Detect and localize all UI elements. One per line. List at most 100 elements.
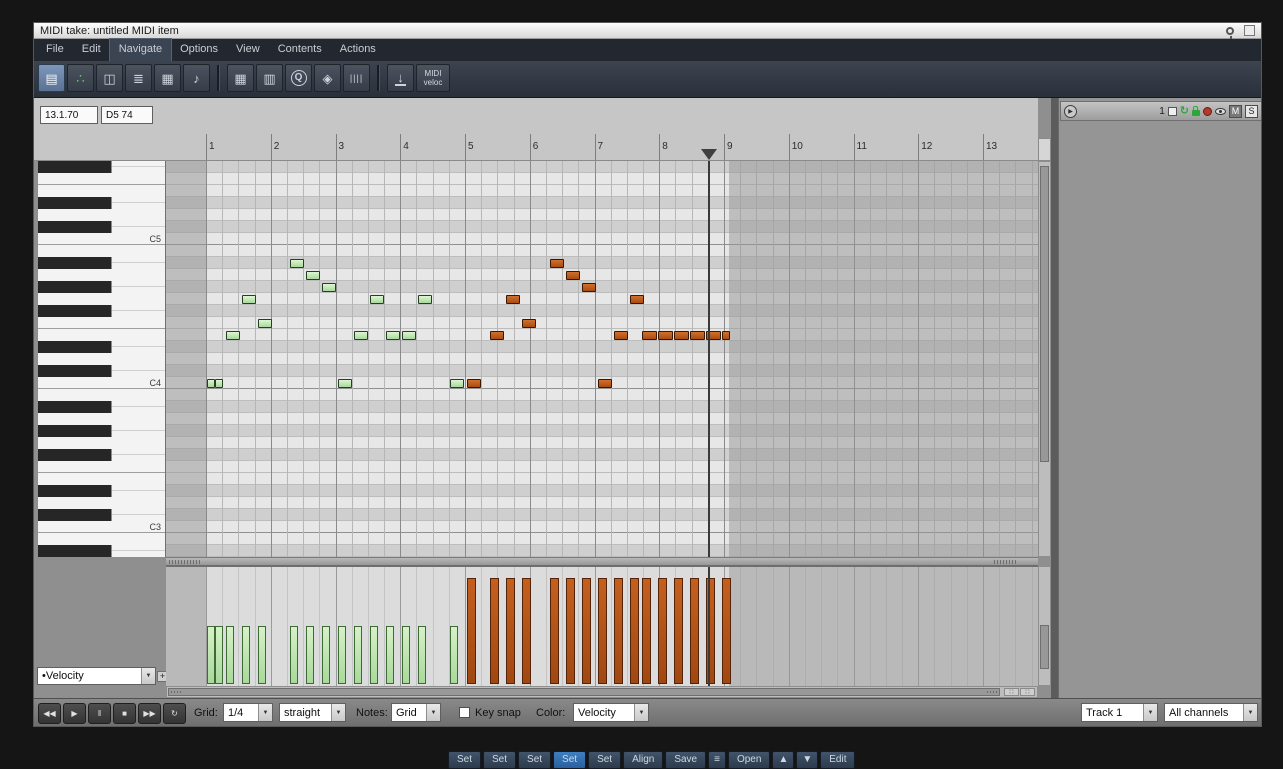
piano-key-fs5[interactable] — [38, 161, 165, 173]
lane-splitter[interactable] — [166, 557, 1038, 566]
repeat-button[interactable]: ↻ — [163, 703, 186, 724]
velocity-bar[interactable] — [290, 626, 298, 684]
key-snap-checkbox[interactable] — [459, 707, 470, 718]
velocity-bar[interactable] — [386, 626, 394, 684]
note-length-selector[interactable]: Grid ▼ — [391, 703, 441, 722]
midi-note[interactable] — [490, 331, 504, 340]
menu-item-view[interactable]: View — [227, 39, 269, 61]
channel-selector[interactable]: All channels ▼ — [1164, 703, 1258, 722]
velocity-bar[interactable] — [354, 626, 362, 684]
midi-note[interactable] — [614, 331, 628, 340]
midi-note[interactable] — [207, 379, 215, 388]
toolbar-step-input-button[interactable]: ↓ — [387, 64, 414, 92]
velocity-scrollbar-thumb[interactable] — [1040, 625, 1049, 669]
piano-key-d4[interactable] — [38, 353, 165, 365]
toolbar-velocity-handles-view-button[interactable]: ◫ — [96, 64, 123, 92]
midi-note[interactable] — [630, 295, 644, 304]
velocity-bar[interactable] — [722, 578, 731, 684]
record-arm-icon[interactable] — [1203, 106, 1212, 116]
midi-note[interactable] — [522, 319, 536, 328]
midi-note[interactable] — [306, 271, 320, 280]
toolbar-grid-toggle-button[interactable]: ▦ — [227, 64, 254, 92]
midi-note[interactable] — [722, 331, 730, 340]
menu-item-file[interactable]: File — [37, 39, 73, 61]
menu-item-actions[interactable]: Actions — [331, 39, 385, 61]
velocity-bar[interactable] — [338, 626, 346, 684]
eye-icon[interactable] — [1215, 107, 1226, 115]
go-to-end-button[interactable]: ▶▶ — [138, 703, 161, 724]
list-icon-button[interactable]: ≡ — [708, 751, 726, 769]
velocity-bar[interactable] — [522, 578, 531, 684]
midi-note[interactable] — [322, 283, 336, 292]
midi-note[interactable] — [226, 331, 240, 340]
note-grid[interactable] — [166, 161, 1038, 557]
piano-key-a4[interactable] — [38, 269, 165, 281]
horizontal-scrollbar-thumb[interactable] — [168, 688, 1000, 696]
playhead-marker[interactable] — [701, 149, 717, 160]
stop-button[interactable]: ■ — [113, 703, 136, 724]
midi-note[interactable] — [467, 379, 481, 388]
piano-key-d3[interactable] — [38, 497, 165, 509]
midi-note[interactable] — [658, 331, 673, 340]
align-button[interactable]: Align — [623, 751, 664, 769]
piano-key-e4[interactable] — [38, 329, 165, 341]
set-button-4[interactable]: Set — [553, 751, 587, 769]
velocity-bar[interactable] — [226, 626, 234, 684]
set-button-2[interactable]: Set — [483, 751, 517, 769]
piano-key-e3[interactable] — [38, 473, 165, 485]
velocity-bar[interactable] — [306, 626, 314, 684]
velocity-bar[interactable] — [242, 626, 250, 684]
horizontal-scrollbar[interactable]: ∷ ∷ — [166, 686, 1038, 698]
grid-size-selector[interactable]: 1/4 ▼ — [223, 703, 273, 722]
piano-key-as4[interactable] — [38, 257, 165, 269]
piano-key-f4[interactable] — [38, 317, 165, 329]
midi-note[interactable] — [338, 379, 352, 388]
velocity-bar[interactable] — [370, 626, 378, 684]
velocity-bar[interactable] — [658, 578, 667, 684]
velocity-bar[interactable] — [215, 626, 223, 684]
velocity-bar[interactable] — [506, 578, 515, 684]
swing-selector[interactable]: straight ▼ — [279, 703, 346, 722]
grid-playhead-line[interactable] — [708, 161, 710, 557]
mute-button[interactable]: M — [1229, 104, 1242, 118]
pause-button[interactable]: ‖ — [88, 703, 111, 724]
velocity-bar[interactable] — [467, 578, 476, 684]
track-checkbox[interactable] — [1167, 106, 1177, 116]
piano-key-gs3[interactable] — [38, 425, 165, 437]
midi-note[interactable] — [450, 379, 464, 388]
velocity-bar[interactable] — [490, 578, 499, 684]
color-mode-selector[interactable]: Velocity ▼ — [573, 703, 649, 722]
toolbar-event-list-view-button[interactable]: ≣ — [125, 64, 152, 92]
menu-item-navigate[interactable]: Navigate — [108, 38, 173, 62]
title-bar[interactable]: MIDI take: untitled MIDI item — [34, 23, 1261, 40]
midi-note[interactable] — [566, 271, 580, 280]
velocity-bar[interactable] — [258, 626, 266, 684]
time-position-box[interactable]: 13.1.70 — [40, 106, 98, 124]
velocity-bar[interactable] — [207, 626, 215, 684]
midi-note[interactable] — [242, 295, 256, 304]
play-button[interactable]: ▶ — [63, 703, 86, 724]
piano-key-cs3[interactable] — [38, 509, 165, 521]
piano-key-as2[interactable] — [38, 545, 165, 557]
edit-button[interactable]: Edit — [820, 751, 856, 769]
h-zoom-out-button[interactable]: ∷ — [1004, 688, 1019, 696]
toolbar-piano-roll-view-button[interactable]: ▤ — [38, 64, 65, 92]
menu-item-contents[interactable]: Contents — [269, 39, 331, 61]
midi-note[interactable] — [354, 331, 368, 340]
piano-key-e5[interactable] — [38, 185, 165, 197]
toolbar-midi-veloc-tool-button[interactable]: MIDI veloc — [416, 64, 450, 92]
piano-key-cs5[interactable] — [38, 221, 165, 233]
velocity-bar[interactable] — [450, 626, 458, 684]
piano-key-f5[interactable] — [38, 173, 165, 185]
velocity-bar[interactable] — [582, 578, 591, 684]
piano-key-c4[interactable]: C4 — [38, 377, 165, 389]
vel-playhead-line[interactable] — [708, 567, 710, 686]
toolbar-marker-lines-button[interactable]: |||| — [343, 64, 370, 92]
velocity-bar[interactable] — [418, 626, 426, 684]
up-icon-button[interactable]: ▲ — [772, 751, 795, 769]
piano-key-g4[interactable] — [38, 293, 165, 305]
toolbar-event-grid-view-button[interactable]: ▦ — [154, 64, 181, 92]
pin-icon[interactable] — [1226, 26, 1234, 40]
midi-note[interactable] — [258, 319, 272, 328]
piano-key-c5[interactable]: C5 — [38, 233, 165, 245]
